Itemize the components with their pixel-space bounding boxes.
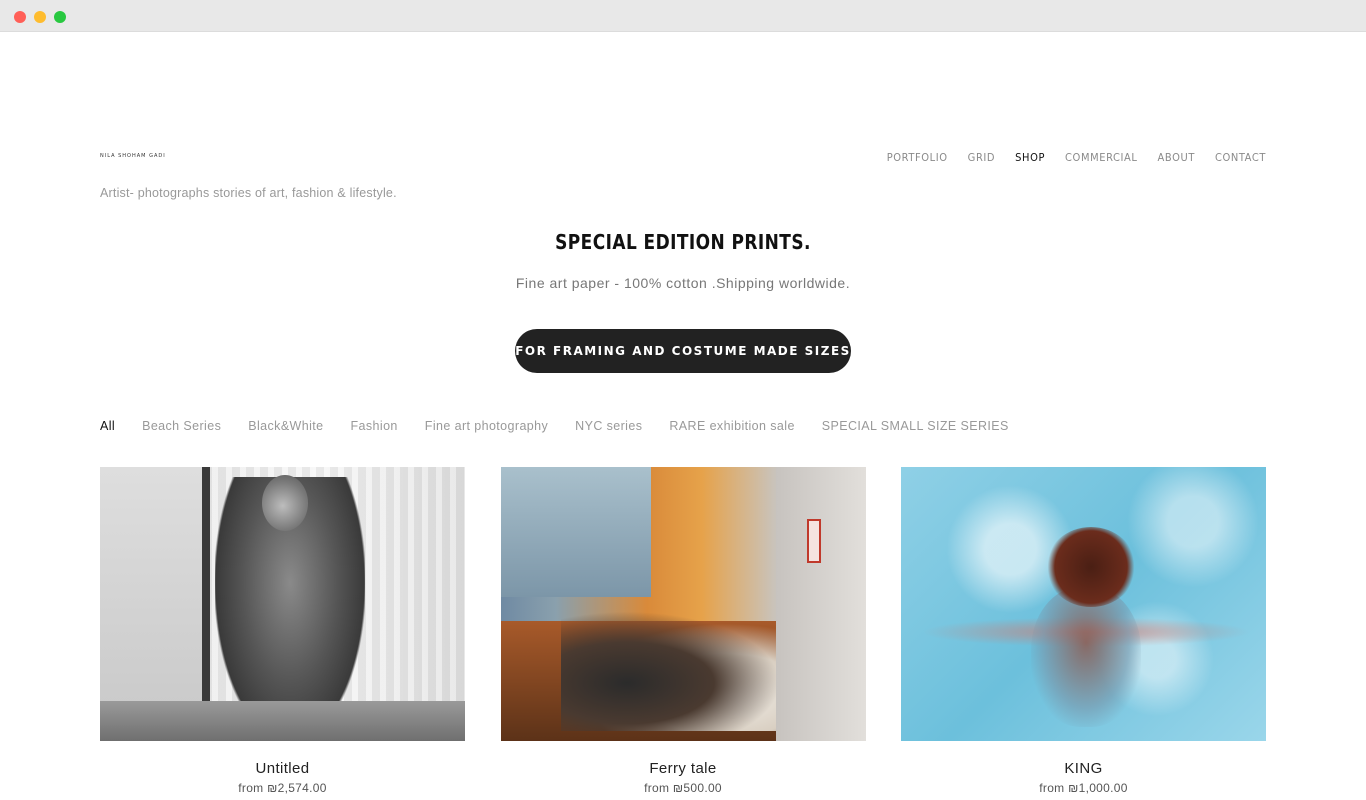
image-sign-shape — [806, 519, 821, 563]
product-image[interactable] — [100, 467, 465, 741]
image-wall-shape — [775, 467, 866, 741]
category-filters: All Beach Series Black&White Fashion Fin… — [100, 418, 1009, 434]
image-floor-shape — [100, 701, 465, 741]
filter-black-white[interactable]: Black&White — [248, 418, 323, 434]
image-head-shape — [262, 475, 308, 531]
image-hair-shape — [1046, 527, 1136, 607]
site-logo[interactable]: NILA SHOHAM GADI — [100, 153, 166, 159]
main-nav: PORTFOLIO GRID SHOP COMMERCIAL ABOUT CON… — [887, 151, 1266, 165]
page-subtitle: Fine art paper - 100% cotton .Shipping w… — [515, 275, 851, 291]
product-grid: Untitled from ₪2,574.00 Ferry tale from … — [100, 467, 1266, 796]
site-tagline: Artist- photographs stories of art, fash… — [100, 186, 397, 200]
product-card[interactable]: KING from ₪1,000.00 — [901, 467, 1266, 796]
page-title: SPECIAL EDITION PRINTS. — [555, 230, 811, 254]
image-crowd-shape — [560, 611, 781, 731]
browser-title-bar — [0, 0, 1366, 32]
product-title[interactable]: KING — [901, 760, 1266, 778]
nav-item-shop[interactable]: SHOP — [1015, 151, 1045, 165]
image-window-shape — [100, 467, 210, 741]
product-image[interactable] — [901, 467, 1266, 741]
maximize-window-icon[interactable] — [54, 11, 66, 23]
product-title[interactable]: Ferry tale — [501, 760, 866, 778]
filter-rare-exhibition-sale[interactable]: RARE exhibition sale — [669, 418, 794, 434]
minimize-window-icon[interactable] — [34, 11, 46, 23]
product-title[interactable]: Untitled — [100, 760, 465, 778]
product-card[interactable]: Untitled from ₪2,574.00 — [100, 467, 465, 796]
nav-item-contact[interactable]: CONTACT — [1215, 151, 1266, 165]
nav-item-commercial[interactable]: COMMERCIAL — [1065, 151, 1137, 165]
filter-beach-series[interactable]: Beach Series — [142, 418, 221, 434]
filter-fashion[interactable]: Fashion — [351, 418, 398, 434]
filter-special-small-size-series[interactable]: SPECIAL SMALL SIZE SERIES — [822, 418, 1009, 434]
product-price: from ₪1,000.00 — [1039, 781, 1128, 795]
filter-nyc-series[interactable]: NYC series — [575, 418, 642, 434]
product-card[interactable]: Ferry tale from ₪500.00 — [500, 467, 866, 796]
close-window-icon[interactable] — [14, 11, 26, 23]
product-image[interactable] — [500, 467, 866, 741]
nav-item-grid[interactable]: GRID — [968, 151, 995, 165]
product-price: from ₪2,574.00 — [238, 781, 327, 795]
custom-sizes-button[interactable]: FOR FRAMING AND COSTUME MADE SIZES — [515, 329, 851, 373]
image-sky-shape — [500, 467, 651, 597]
product-price: from ₪500.00 — [644, 781, 722, 795]
filter-all[interactable]: All — [100, 418, 115, 434]
image-swimmer-shape — [1031, 587, 1141, 727]
nav-item-about[interactable]: ABOUT — [1158, 151, 1195, 165]
nav-item-portfolio[interactable]: PORTFOLIO — [887, 151, 948, 165]
filter-fine-art-photography[interactable]: Fine art photography — [425, 418, 548, 434]
